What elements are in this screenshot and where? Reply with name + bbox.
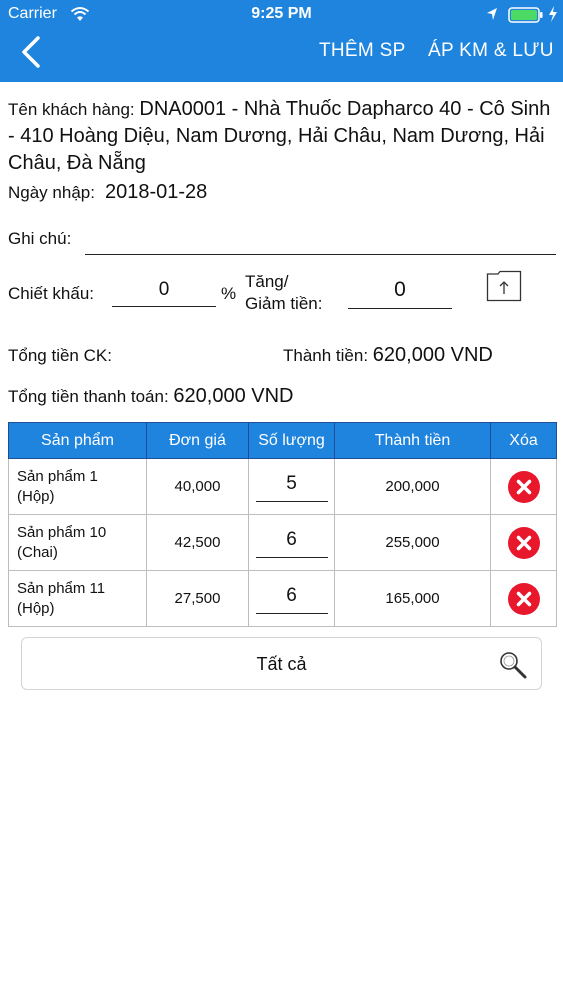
price-cell: 40,000: [146, 458, 249, 515]
product-cell: Sản phẩm 10 (Chai): [8, 514, 147, 571]
col-header-delete: Xóa: [490, 422, 557, 459]
delete-icon[interactable]: [507, 470, 540, 503]
quantity-cell: 6: [248, 570, 335, 627]
amount-label: Thành tiền:: [283, 346, 373, 365]
table-row: Sản phẩm 11 (Hộp) 27,500 6 165,000: [8, 570, 557, 627]
discount-label: Chiết khấu:: [8, 284, 94, 303]
status-time: 9:25 PM: [251, 5, 312, 22]
payment-total-row: Tổng tiền thanh toán: 620,000 VND: [8, 385, 293, 408]
battery-icon: [508, 7, 543, 23]
product-unit: (Chai): [17, 543, 58, 561]
customer-label: Tên khách hàng:: [8, 100, 140, 119]
price-cell: 27,500: [146, 570, 249, 627]
apply-promo-save-button[interactable]: ÁP KM & LƯU: [428, 40, 554, 62]
import-date-row: Ngày nhập: 2018-01-28: [8, 181, 207, 204]
payment-total-value: 620,000 VND: [173, 385, 294, 407]
search-icon[interactable]: [498, 650, 528, 680]
quantity-input[interactable]: 5: [255, 471, 328, 502]
product-cell: Sản phẩm 1 (Hộp): [8, 458, 147, 515]
upload-icon[interactable]: [486, 270, 522, 302]
add-product-button[interactable]: THÊM SP: [319, 40, 406, 62]
delete-cell: [490, 458, 557, 515]
location-arrow-icon: [487, 8, 497, 20]
product-unit: (Hộp): [17, 599, 55, 617]
app-header: Carrier 9:25 PM THÊM SP ÁP KM & LƯU: [0, 0, 563, 82]
status-bar: Carrier 9:25 PM: [0, 0, 563, 30]
price-cell: 42,500: [146, 514, 249, 571]
col-header-total: Thành tiền: [334, 422, 491, 459]
note-input[interactable]: [85, 254, 556, 255]
quantity-cell: 5: [248, 458, 335, 515]
amount-row: Thành tiền: 620,000 VND: [283, 344, 493, 367]
product-cell: Sản phẩm 11 (Hộp): [8, 570, 147, 627]
import-date-value: 2018-01-28: [104, 181, 208, 203]
col-header-price: Đơn giá: [146, 422, 249, 459]
table-header-row: Sản phẩm Đơn giá Số lượng Thành tiền Xóa: [8, 422, 557, 459]
delete-cell: [490, 514, 557, 571]
quantity-input[interactable]: 6: [255, 583, 328, 614]
adjust-amount-input[interactable]: 0: [348, 277, 452, 309]
discount-unit: %: [221, 284, 237, 303]
line-total-cell: 200,000: [334, 458, 491, 515]
delete-icon[interactable]: [507, 582, 540, 615]
filter-search-box[interactable]: Tất cả: [21, 637, 542, 690]
import-date-label: Ngày nhập:: [8, 183, 95, 202]
delete-cell: [490, 570, 557, 627]
col-header-product: Sản phẩm: [8, 422, 147, 459]
table-row: Sản phẩm 10 (Chai) 42,500 6 255,000: [8, 514, 557, 571]
product-table: Sản phẩm Đơn giá Số lượng Thành tiền Xóa…: [8, 422, 557, 627]
total-discount-label: Tổng tiền CK:: [8, 346, 112, 365]
product-name: Sản phẩm 10: [17, 523, 107, 541]
adjust-label-line1: Tăng/: [245, 272, 289, 291]
line-total-cell: 165,000: [334, 570, 491, 627]
quantity-cell: 6: [248, 514, 335, 571]
quantity-input[interactable]: 6: [255, 527, 328, 558]
note-label: Ghi chú:: [8, 229, 72, 248]
table-row: Sản phẩm 1 (Hộp) 40,000 5 200,000: [8, 458, 557, 515]
line-total-cell: 255,000: [334, 514, 491, 571]
product-unit: (Hộp): [17, 487, 55, 505]
product-name: Sản phẩm 1: [17, 467, 98, 485]
discount-input[interactable]: 0: [112, 279, 216, 307]
adjust-amount-label: Tăng/ Giảm tiền:: [245, 271, 322, 315]
filter-label: Tất cả: [256, 654, 307, 674]
product-name: Sản phẩm 11: [17, 579, 106, 597]
payment-total-label: Tổng tiền thanh toán:: [8, 387, 174, 406]
customer-info: Tên khách hàng: DNA0001 - Nhà Thuốc Daph…: [8, 96, 556, 177]
delete-icon[interactable]: [507, 526, 540, 559]
amount-value: 620,000 VND: [372, 344, 493, 366]
charging-bolt-icon: [549, 6, 557, 22]
back-button[interactable]: [16, 32, 48, 72]
adjust-label-line2: Giảm tiền:: [245, 294, 323, 313]
col-header-quantity: Số lượng: [248, 422, 335, 459]
